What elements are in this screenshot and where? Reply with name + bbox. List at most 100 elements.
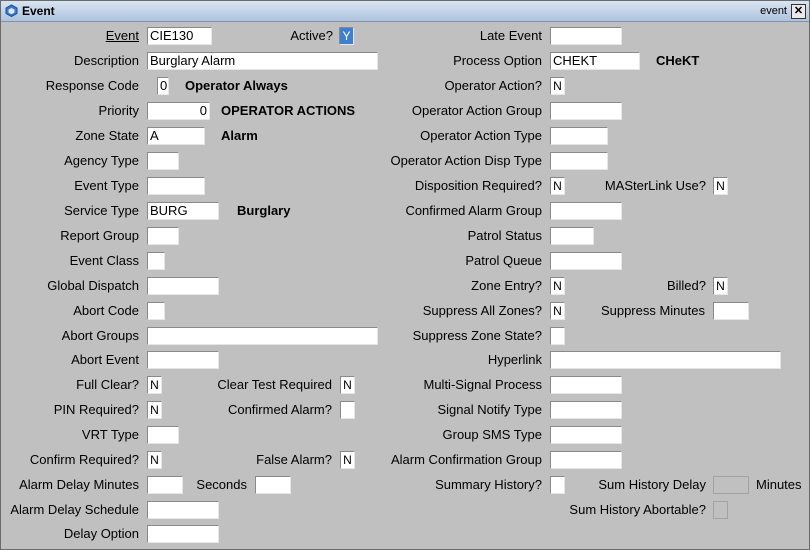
alarm-delay-schedule-field[interactable] [147,501,219,519]
patrol-queue-field[interactable] [550,252,622,270]
full-clear-label: Full Clear? [76,377,139,392]
suppress-all-zones-checkbox[interactable]: N [550,302,565,320]
event-label: Event [105,28,139,43]
minutes-label: Minutes [756,477,802,492]
suppress-minutes-field[interactable] [713,302,749,320]
operator-action-checkbox[interactable]: N [550,77,565,95]
active-label: Active? [290,28,333,43]
global-dispatch-field[interactable] [147,277,219,295]
clear-test-required-checkbox[interactable]: N [340,376,355,394]
clear-test-required-label: Clear Test Required [217,377,332,392]
close-icon: ✕ [793,5,804,17]
event-field[interactable]: CIE130 [147,27,212,45]
priority-description: OPERATOR ACTIONS [221,103,356,118]
full-clear-checkbox[interactable]: N [147,376,162,394]
zone-state-field[interactable]: A [147,127,205,145]
summary-history-delay-field[interactable] [713,476,749,494]
app-icon [5,4,18,17]
signal-notify-type-field[interactable] [550,401,622,419]
service-type-field[interactable]: BURG [147,202,219,220]
operator-action-disp-type-label: Operator Action Disp Type [390,153,542,168]
process-option-label: Process Option [453,53,542,68]
masterlink-use-checkbox[interactable]: N [713,177,728,195]
delay-option-label: Delay Option [63,526,139,541]
abort-groups-label: Abort Groups [61,328,139,343]
event-window: Event event ✕ Event CIE130 Active? Y Des… [0,0,810,550]
event-type-label: Event Type [74,178,139,193]
suppress-zone-state-label: Suppress Zone State? [412,328,542,343]
vrt-type-label: VRT Type [81,427,139,442]
event-class-field[interactable] [147,252,165,270]
service-type-label: Service Type [64,203,139,218]
seconds-field[interactable] [255,476,291,494]
zone-state-description: Alarm [221,128,258,143]
response-code-field[interactable]: 0 [157,77,169,95]
active-checkbox[interactable]: Y [339,27,354,45]
operator-action-disp-type-field[interactable] [550,152,608,170]
patrol-status-field[interactable] [550,227,594,245]
summary-history-delay-label: Sum History Delay [598,477,706,492]
zone-entry-label: Zone Entry? [471,278,542,293]
confirmed-alarm-checkbox[interactable] [340,401,355,419]
agency-type-field[interactable] [147,152,179,170]
confirm-required-label: Confirm Required? [29,452,139,467]
operator-action-group-label: Operator Action Group [411,103,542,118]
billed-label: Billed? [666,278,706,293]
billed-checkbox[interactable]: N [713,277,728,295]
delay-option-field[interactable] [147,525,219,543]
alarm-confirmation-group-label: Alarm Confirmation Group [391,452,542,467]
window-form-name: event [760,5,787,17]
global-dispatch-label: Global Dispatch [47,278,139,293]
disposition-required-checkbox[interactable]: N [550,177,565,195]
confirmed-alarm-group-label: Confirmed Alarm Group [405,203,542,218]
confirmed-alarm-label: Confirmed Alarm? [227,402,332,417]
group-sms-type-label: Group SMS Type [442,427,542,442]
signal-notify-type-label: Signal Notify Type [437,402,542,417]
priority-label: Priority [98,103,139,118]
hyperlink-field[interactable] [550,351,781,369]
agency-type-label: Agency Type [64,153,139,168]
priority-field[interactable]: 0 [147,102,210,120]
late-event-field[interactable] [550,27,622,45]
process-option-field[interactable]: CHEKT [550,52,640,70]
suppress-all-zones-label: Suppress All Zones? [422,303,542,318]
process-option-description: CHeKT [656,53,700,68]
report-group-field[interactable] [147,227,179,245]
operator-action-type-field[interactable] [550,127,608,145]
abort-event-field[interactable] [147,351,219,369]
event-type-field[interactable] [147,177,205,195]
alarm-delay-minutes-field[interactable] [147,476,183,494]
close-button[interactable]: ✕ [791,4,806,19]
alarm-confirmation-group-field[interactable] [550,451,622,469]
abort-code-label: Abort Code [73,303,139,318]
report-group-label: Report Group [60,228,139,243]
late-event-label: Late Event [479,28,542,43]
alarm-delay-schedule-label: Alarm Delay Schedule [10,502,139,517]
abort-code-field[interactable] [147,302,165,320]
false-alarm-checkbox[interactable]: N [340,451,355,469]
abort-event-label: Abort Event [71,352,139,367]
pin-required-checkbox[interactable]: N [147,401,162,419]
title-bar: Event event ✕ [1,1,809,22]
description-field[interactable]: Burglary Alarm [147,52,378,70]
window-title: Event [22,4,55,18]
summary-history-label: Summary History? [435,477,542,492]
abort-groups-field[interactable] [147,327,378,345]
masterlink-use-label: MASterLink Use? [604,178,706,193]
summary-history-abortable-label: Sum History Abortable? [569,502,706,517]
description-label: Description [73,53,139,68]
operator-action-group-field[interactable] [550,102,622,120]
summary-history-abortable-checkbox[interactable] [713,501,728,519]
operator-action-label: Operator Action? [444,78,542,93]
confirmed-alarm-group-field[interactable] [550,202,622,220]
multi-signal-process-field[interactable] [550,376,622,394]
vrt-type-field[interactable] [147,426,179,444]
suppress-zone-state-checkbox[interactable] [550,327,565,345]
patrol-queue-label: Patrol Queue [465,253,542,268]
response-code-description: Operator Always [185,78,288,93]
zone-entry-checkbox[interactable]: N [550,277,565,295]
disposition-required-label: Disposition Required? [414,178,542,193]
summary-history-checkbox[interactable] [550,476,565,494]
group-sms-type-field[interactable] [550,426,622,444]
confirm-required-checkbox[interactable]: N [147,451,162,469]
